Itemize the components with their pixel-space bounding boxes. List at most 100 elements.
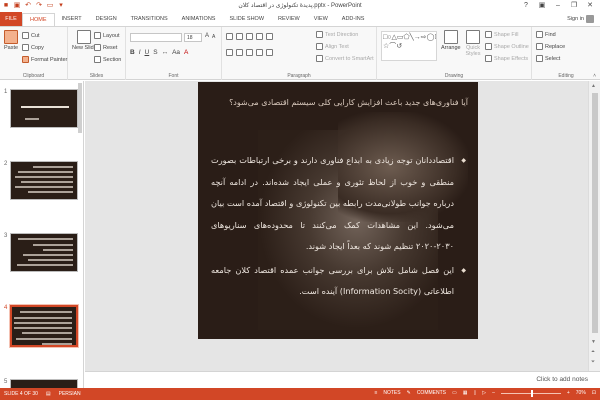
thumbnail-number: 4 xyxy=(4,305,8,311)
reset-label: Reset xyxy=(103,44,118,51)
shape-fill-button[interactable]: Shape Fill xyxy=(485,31,518,38)
char-spacing-icon[interactable]: ↔ xyxy=(162,49,169,56)
slideshow-view-icon[interactable]: ▷ xyxy=(482,390,486,396)
tab-transitions[interactable]: TRANSITIONS xyxy=(124,12,175,26)
align-right-icon[interactable] xyxy=(246,49,253,56)
reset-button[interactable]: Reset xyxy=(94,44,117,51)
drawing-group: □○△▭⬠╲→⇨◯☐╳{}☆⌒↺ Arrange Quick Styles Sh… xyxy=(377,27,532,80)
tab-slide-show[interactable]: SLIDE SHOW xyxy=(222,12,271,26)
text-direction-label: Text Direction xyxy=(325,31,359,38)
select-button[interactable]: Select xyxy=(536,55,560,62)
tab-home[interactable]: HOME xyxy=(22,13,55,26)
spellcheck-icon[interactable]: ▤ xyxy=(46,391,51,397)
line-spacing-icon[interactable] xyxy=(266,33,273,40)
minimize-icon[interactable]: – xyxy=(550,0,566,11)
normal-view-icon[interactable]: ▭ xyxy=(452,390,457,396)
format-painter-button[interactable]: Format Painter xyxy=(22,56,67,63)
slide-body-textbox[interactable]: اقتصاددانان توجه زیادی به ابداع فناوری د… xyxy=(211,150,466,303)
font-size-dropdown[interactable]: 18 xyxy=(184,33,202,42)
comments-button[interactable]: COMMENTS xyxy=(417,390,446,396)
text-direction-button[interactable]: Text Direction xyxy=(316,31,358,38)
convert-smartart-button[interactable]: Convert to SmartArt xyxy=(316,55,374,62)
restore-icon[interactable]: ❐ xyxy=(566,0,582,11)
quick-styles-button[interactable]: Quick Styles xyxy=(463,30,483,57)
slide-canvas[interactable]: آیا فناوری‌های جدید باعث افزایش کارایی ک… xyxy=(198,82,478,339)
thumbnails-scrollbar[interactable] xyxy=(78,83,82,133)
tab-review[interactable]: REVIEW xyxy=(271,12,307,26)
paste-button[interactable]: Paste xyxy=(4,30,18,51)
align-row xyxy=(226,49,273,56)
font-color-icon[interactable]: A xyxy=(184,49,188,56)
italic-icon[interactable]: I xyxy=(139,49,141,56)
align-left-icon[interactable] xyxy=(226,49,233,56)
align-center-icon[interactable] xyxy=(236,49,243,56)
ribbon-display-icon[interactable]: ▣ xyxy=(534,0,550,11)
editing-group-label: Editing xyxy=(558,73,574,79)
thumbnail-slide-1[interactable] xyxy=(10,89,78,128)
slide-question-text[interactable]: آیا فناوری‌های جدید باعث افزایش کارایی ک… xyxy=(208,98,468,107)
reading-view-icon[interactable]: ▯ xyxy=(473,390,476,396)
decrease-indent-icon[interactable] xyxy=(246,33,253,40)
underline-icon[interactable]: U xyxy=(145,49,150,56)
zoom-out-icon[interactable]: – xyxy=(492,390,495,396)
thumbnail-slide-4[interactable] xyxy=(9,304,79,348)
scroll-up-icon[interactable]: ▲ xyxy=(591,83,596,89)
sign-in[interactable]: Sign in xyxy=(567,15,594,23)
zoom-slider[interactable] xyxy=(500,389,561,397)
new-slide-icon xyxy=(77,30,92,44)
thumbnail-slide-3[interactable] xyxy=(10,233,78,272)
notes-pane[interactable]: Click to add notes xyxy=(85,371,600,388)
grow-font-icon[interactable]: A xyxy=(205,33,209,39)
increase-indent-icon[interactable] xyxy=(256,33,263,40)
shrink-font-icon[interactable]: A xyxy=(212,34,215,40)
thumbnail-slide-2[interactable] xyxy=(10,161,78,200)
tab-view[interactable]: VIEW xyxy=(307,12,335,26)
zoom-in-icon[interactable]: + xyxy=(567,390,570,396)
change-case-icon[interactable]: Aa xyxy=(172,49,180,56)
tab-insert[interactable]: INSERT xyxy=(55,12,89,26)
shape-outline-button[interactable]: Shape Outline xyxy=(485,43,529,50)
sign-in-label: Sign in xyxy=(567,16,584,22)
tab-animations[interactable]: ANIMATIONS xyxy=(175,12,223,26)
align-text-label: Align Text xyxy=(325,43,349,50)
section-button[interactable]: Section xyxy=(94,56,121,63)
previous-slide-icon[interactable]: ⏶ xyxy=(591,349,595,355)
paste-label: Paste xyxy=(4,45,19,51)
find-button[interactable]: Find xyxy=(536,31,556,38)
strikethrough-icon[interactable]: S xyxy=(153,49,157,56)
copy-button[interactable]: Copy xyxy=(22,44,44,51)
bullets-icon[interactable] xyxy=(226,33,233,40)
replace-button[interactable]: Replace xyxy=(536,43,565,50)
language-indicator[interactable]: PERSIAN xyxy=(59,391,81,397)
zoom-level[interactable]: 70% xyxy=(576,390,586,396)
shapes-gallery[interactable]: □○△▭⬠╲→⇨◯☐╳{}☆⌒↺ xyxy=(381,31,437,61)
close-icon[interactable]: ✕ xyxy=(582,0,598,11)
align-text-button[interactable]: Align Text xyxy=(316,43,349,50)
window-title: پدیدهٔ تکنولوژی در اقتصاد کلان.pptx - Po… xyxy=(238,3,362,9)
tab-add-ins[interactable]: ADD-INS xyxy=(335,12,372,26)
columns-icon[interactable] xyxy=(266,49,273,56)
tab-file[interactable]: FILE xyxy=(0,12,22,26)
fit-to-window-icon[interactable]: ⊡ xyxy=(592,390,596,396)
next-slide-icon[interactable]: ⏷ xyxy=(591,359,595,365)
shape-effects-button[interactable]: Shape Effects xyxy=(485,55,528,62)
cut-button[interactable]: Cut xyxy=(22,32,40,39)
layout-button[interactable]: Layout xyxy=(94,32,120,39)
drawing-group-label: Drawing xyxy=(444,73,464,79)
arrange-button[interactable]: Arrange xyxy=(441,30,461,51)
editor-vertical-scrollbar[interactable]: ▲ ▼ ⏶ ⏷ xyxy=(588,81,600,371)
numbering-icon[interactable] xyxy=(236,33,243,40)
bold-icon[interactable]: B xyxy=(130,49,135,56)
help-button[interactable]: ? xyxy=(518,0,534,11)
font-name-dropdown[interactable] xyxy=(130,33,182,42)
scroll-down-icon[interactable]: ▼ xyxy=(591,339,596,345)
scrollbar-thumb[interactable] xyxy=(592,93,598,333)
justify-icon[interactable] xyxy=(256,49,263,56)
slide-sorter-icon[interactable]: ▦ xyxy=(463,390,468,396)
tab-design[interactable]: DESIGN xyxy=(89,12,124,26)
reset-icon xyxy=(94,44,101,51)
thumbnail-text-line xyxy=(18,171,73,173)
thumbnail-slide-5[interactable] xyxy=(10,379,78,388)
thumbnail-text-line xyxy=(25,118,39,120)
notes-button[interactable]: NOTES xyxy=(383,390,400,396)
